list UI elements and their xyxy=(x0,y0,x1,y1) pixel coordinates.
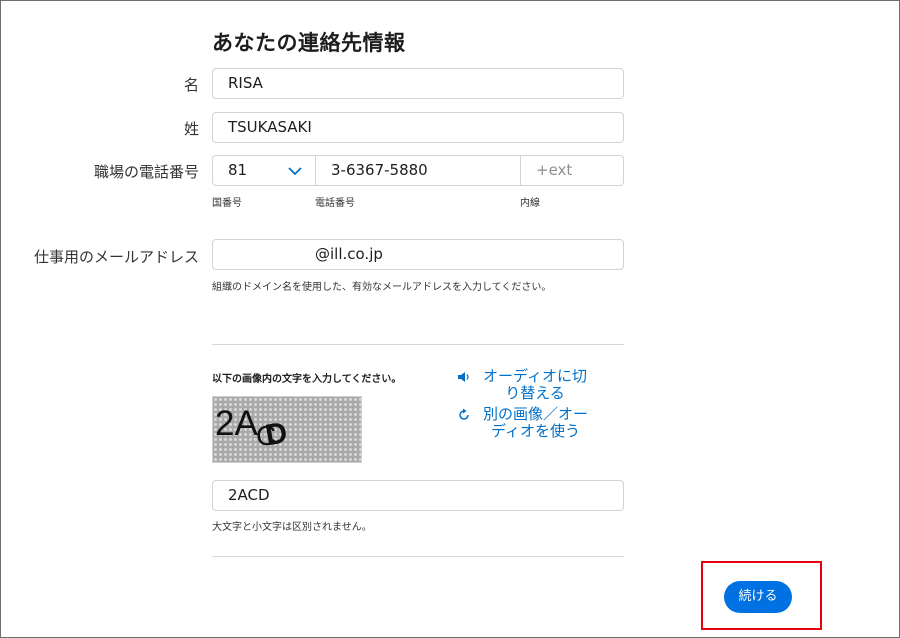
switch-to-audio-link[interactable]: オーディオに切 り替える xyxy=(457,368,617,404)
highlight-box xyxy=(701,561,822,630)
work-email-field[interactable]: @ill.co.jp xyxy=(212,239,624,499)
captcha-case-hint: 大文字と小文字は区別されません。 xyxy=(212,522,372,533)
new-captcha-label: 別の画像／オー ディオを使う xyxy=(483,405,589,440)
phone-number-field[interactable]: 3-6367-5880 xyxy=(315,155,521,186)
first-name-label: 名 xyxy=(183,76,199,94)
speaker-icon xyxy=(458,372,469,382)
country-code-value: 81 xyxy=(228,161,248,179)
new-captcha-link[interactable]: 別の画像／オー ディオを使う xyxy=(457,406,617,442)
work-phone-label: 職場の電話番号 xyxy=(93,163,199,181)
divider xyxy=(212,344,624,345)
email-hint: 組織のドメイン名を使用した、有効なメールアドレスを入力してください。 xyxy=(212,282,552,293)
last-name-field[interactable]: TSUKASAKI xyxy=(212,112,624,143)
captcha-input[interactable]: 2ACD xyxy=(212,480,624,511)
country-code-hint: 国番号 xyxy=(212,198,242,209)
last-name-label: 姓 xyxy=(183,120,199,138)
captcha-image: 2A C D xyxy=(212,396,362,463)
page-title: あなたの連絡先情報 xyxy=(212,31,406,55)
email-domain: @ill.co.jp xyxy=(315,245,383,263)
captcha-text-d: D xyxy=(263,416,290,452)
extension-hint: 内線 xyxy=(520,198,540,209)
captcha-text-graphic: 2A C D xyxy=(215,404,290,452)
captcha-text-2a: 2A xyxy=(215,404,258,443)
chevron-down-icon xyxy=(288,167,302,176)
first-name-field[interactable]: RISA xyxy=(212,68,624,99)
phone-number-hint: 電話番号 xyxy=(315,198,355,209)
switch-to-audio-label: オーディオに切 り替える xyxy=(483,367,587,402)
divider xyxy=(212,556,624,557)
extension-field[interactable]: +ext xyxy=(520,155,624,186)
captcha-instruction: 以下の画像内の文字を入力してください。 xyxy=(212,374,402,385)
refresh-icon xyxy=(459,408,469,420)
work-email-label: 仕事用のメールアドレス xyxy=(33,248,199,266)
